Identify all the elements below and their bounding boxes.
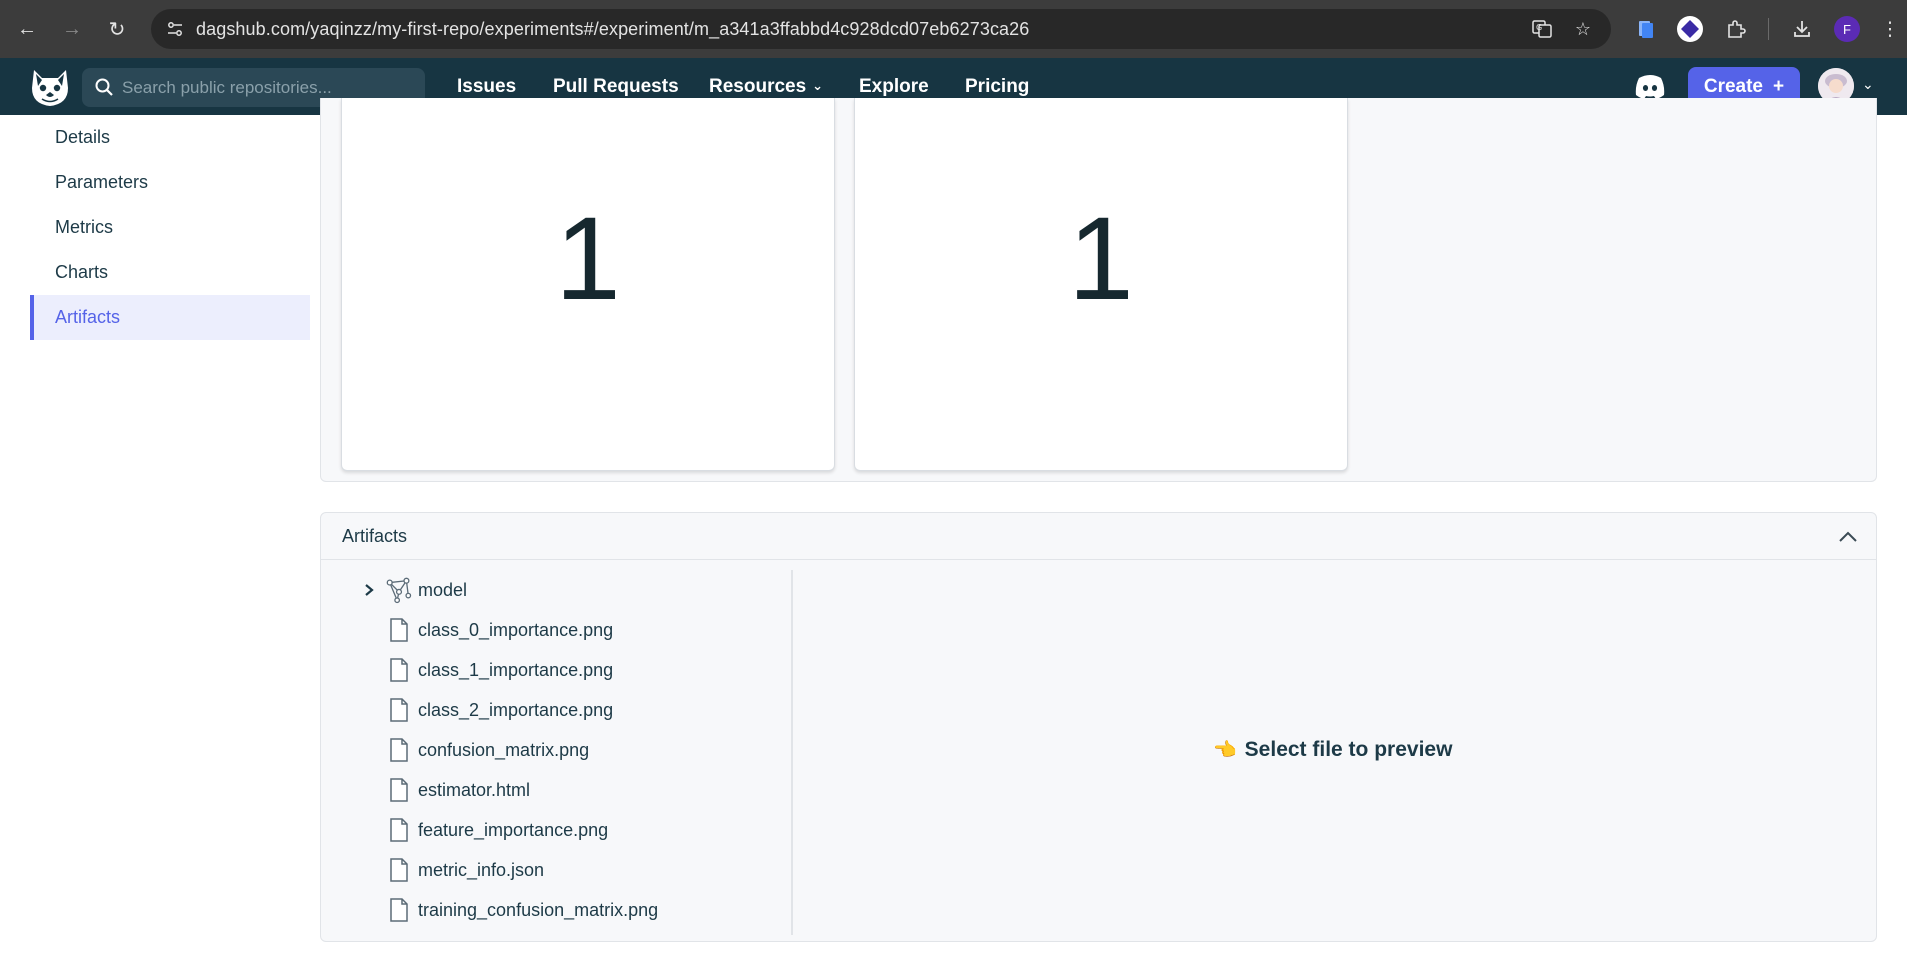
tree-file[interactable]: feature_importance.png — [321, 810, 791, 850]
plus-icon: + — [1773, 76, 1785, 97]
metric-value: 1 — [1068, 193, 1134, 325]
sidebar-item-parameters[interactable]: Parameters — [30, 160, 310, 205]
metric-value: 1 — [555, 193, 621, 325]
nav-explore[interactable]: Explore — [859, 76, 929, 98]
tree-item-label: class_2_importance.png — [418, 699, 614, 720]
bookmark-star-icon[interactable]: ☆ — [1571, 17, 1595, 41]
tree-item-label: class_1_importance.png — [418, 659, 614, 680]
preview-placeholder: 👈 Select file to preview — [1213, 738, 1452, 762]
tree-file[interactable]: training_confusion_matrix.png — [321, 890, 791, 930]
forward-icon[interactable]: → — [55, 12, 89, 46]
tree-file[interactable]: confusion_matrix.png — [321, 730, 791, 770]
file-icon — [386, 776, 412, 804]
extensions-puzzle-icon[interactable] — [1720, 13, 1752, 45]
pointing-hand-icon: 👈 — [1213, 740, 1237, 761]
file-icon — [386, 896, 412, 924]
artifacts-panel: Artifacts model class_0_importance.png c… — [320, 512, 1877, 942]
nav-resources-label: Resources — [709, 76, 807, 97]
artifacts-header[interactable]: Artifacts — [321, 513, 1876, 560]
tree-item-label: confusion_matrix.png — [418, 739, 590, 760]
toolbar-divider — [1768, 18, 1769, 40]
translate-icon[interactable]: G — [1530, 17, 1554, 41]
tree-item-label: estimator.html — [418, 779, 531, 800]
search-icon — [95, 78, 113, 96]
tree-file[interactable]: class_2_importance.png — [321, 690, 791, 730]
metrics-panel: 1 1 — [320, 98, 1877, 482]
tree-item-label: model — [418, 579, 468, 600]
download-icon[interactable] — [1786, 13, 1818, 45]
tree-file[interactable]: metric_info.json — [321, 850, 791, 890]
sidebar-item-artifacts[interactable]: Artifacts — [30, 295, 310, 340]
file-icon — [386, 656, 412, 684]
artifacts-title: Artifacts — [342, 526, 408, 546]
nav-issues[interactable]: Issues — [457, 76, 516, 98]
reload-icon[interactable]: ↻ — [100, 12, 134, 46]
artifact-tree: model class_0_importance.png class_1_imp… — [321, 570, 793, 935]
metric-card: 1 — [854, 98, 1348, 471]
address-bar[interactable]: dagshub.com/yaqinzz/my-first-repo/experi… — [151, 9, 1611, 49]
tree-item-label: training_confusion_matrix.png — [418, 899, 659, 920]
sidebar-item-charts[interactable]: Charts — [30, 250, 310, 295]
svg-text:G: G — [1536, 23, 1542, 32]
nav-pricing[interactable]: Pricing — [965, 76, 1029, 98]
browser-toolbar: ← → ↻ dagshub.com/yaqinzz/my-first-repo/… — [0, 0, 1907, 58]
metric-card: 1 — [341, 98, 835, 471]
chevron-up-icon[interactable] — [1836, 525, 1860, 549]
nav-pull-requests[interactable]: Pull Requests — [553, 76, 679, 98]
tree-item-label: class_0_importance.png — [418, 619, 614, 640]
browser-menu-icon[interactable]: ⋮ — [1874, 13, 1906, 45]
url-text[interactable]: dagshub.com/yaqinzz/my-first-repo/experi… — [196, 19, 1029, 40]
model-icon — [386, 576, 412, 604]
tree-file[interactable]: estimator.html — [321, 770, 791, 810]
sidebar-item-metrics[interactable]: Metrics — [30, 205, 310, 250]
create-label: Create — [1703, 76, 1764, 97]
site-settings-icon[interactable] — [163, 17, 187, 41]
browser-profile-avatar[interactable]: F — [1834, 16, 1860, 42]
file-icon — [386, 856, 412, 884]
file-icon — [386, 736, 412, 764]
tree-file[interactable]: class_1_importance.png — [321, 650, 791, 690]
nav-resources[interactable]: Resources ⌄ — [709, 76, 823, 98]
extension-docs-icon[interactable] — [1630, 13, 1662, 45]
extension-logo-icon[interactable] — [1674, 13, 1706, 45]
file-icon — [386, 696, 412, 724]
chevron-right-icon[interactable] — [361, 582, 377, 598]
back-icon[interactable]: ← — [10, 12, 44, 46]
tree-file[interactable]: class_0_importance.png — [321, 610, 791, 650]
tree-item-label: feature_importance.png — [418, 819, 609, 840]
file-icon — [386, 616, 412, 644]
tree-folder-model[interactable]: model — [321, 570, 791, 610]
sidebar-item-details[interactable]: Details — [30, 115, 310, 160]
preview-message: Select file to preview — [1244, 738, 1453, 761]
tree-item-label: metric_info.json — [418, 859, 545, 880]
dagshub-logo-icon[interactable] — [28, 66, 72, 108]
discord-icon[interactable] — [1634, 71, 1666, 101]
chevron-down-icon: ⌄ — [812, 78, 824, 93]
file-icon — [386, 816, 412, 844]
user-menu-chevron-icon[interactable]: ⌄ — [1862, 76, 1874, 93]
